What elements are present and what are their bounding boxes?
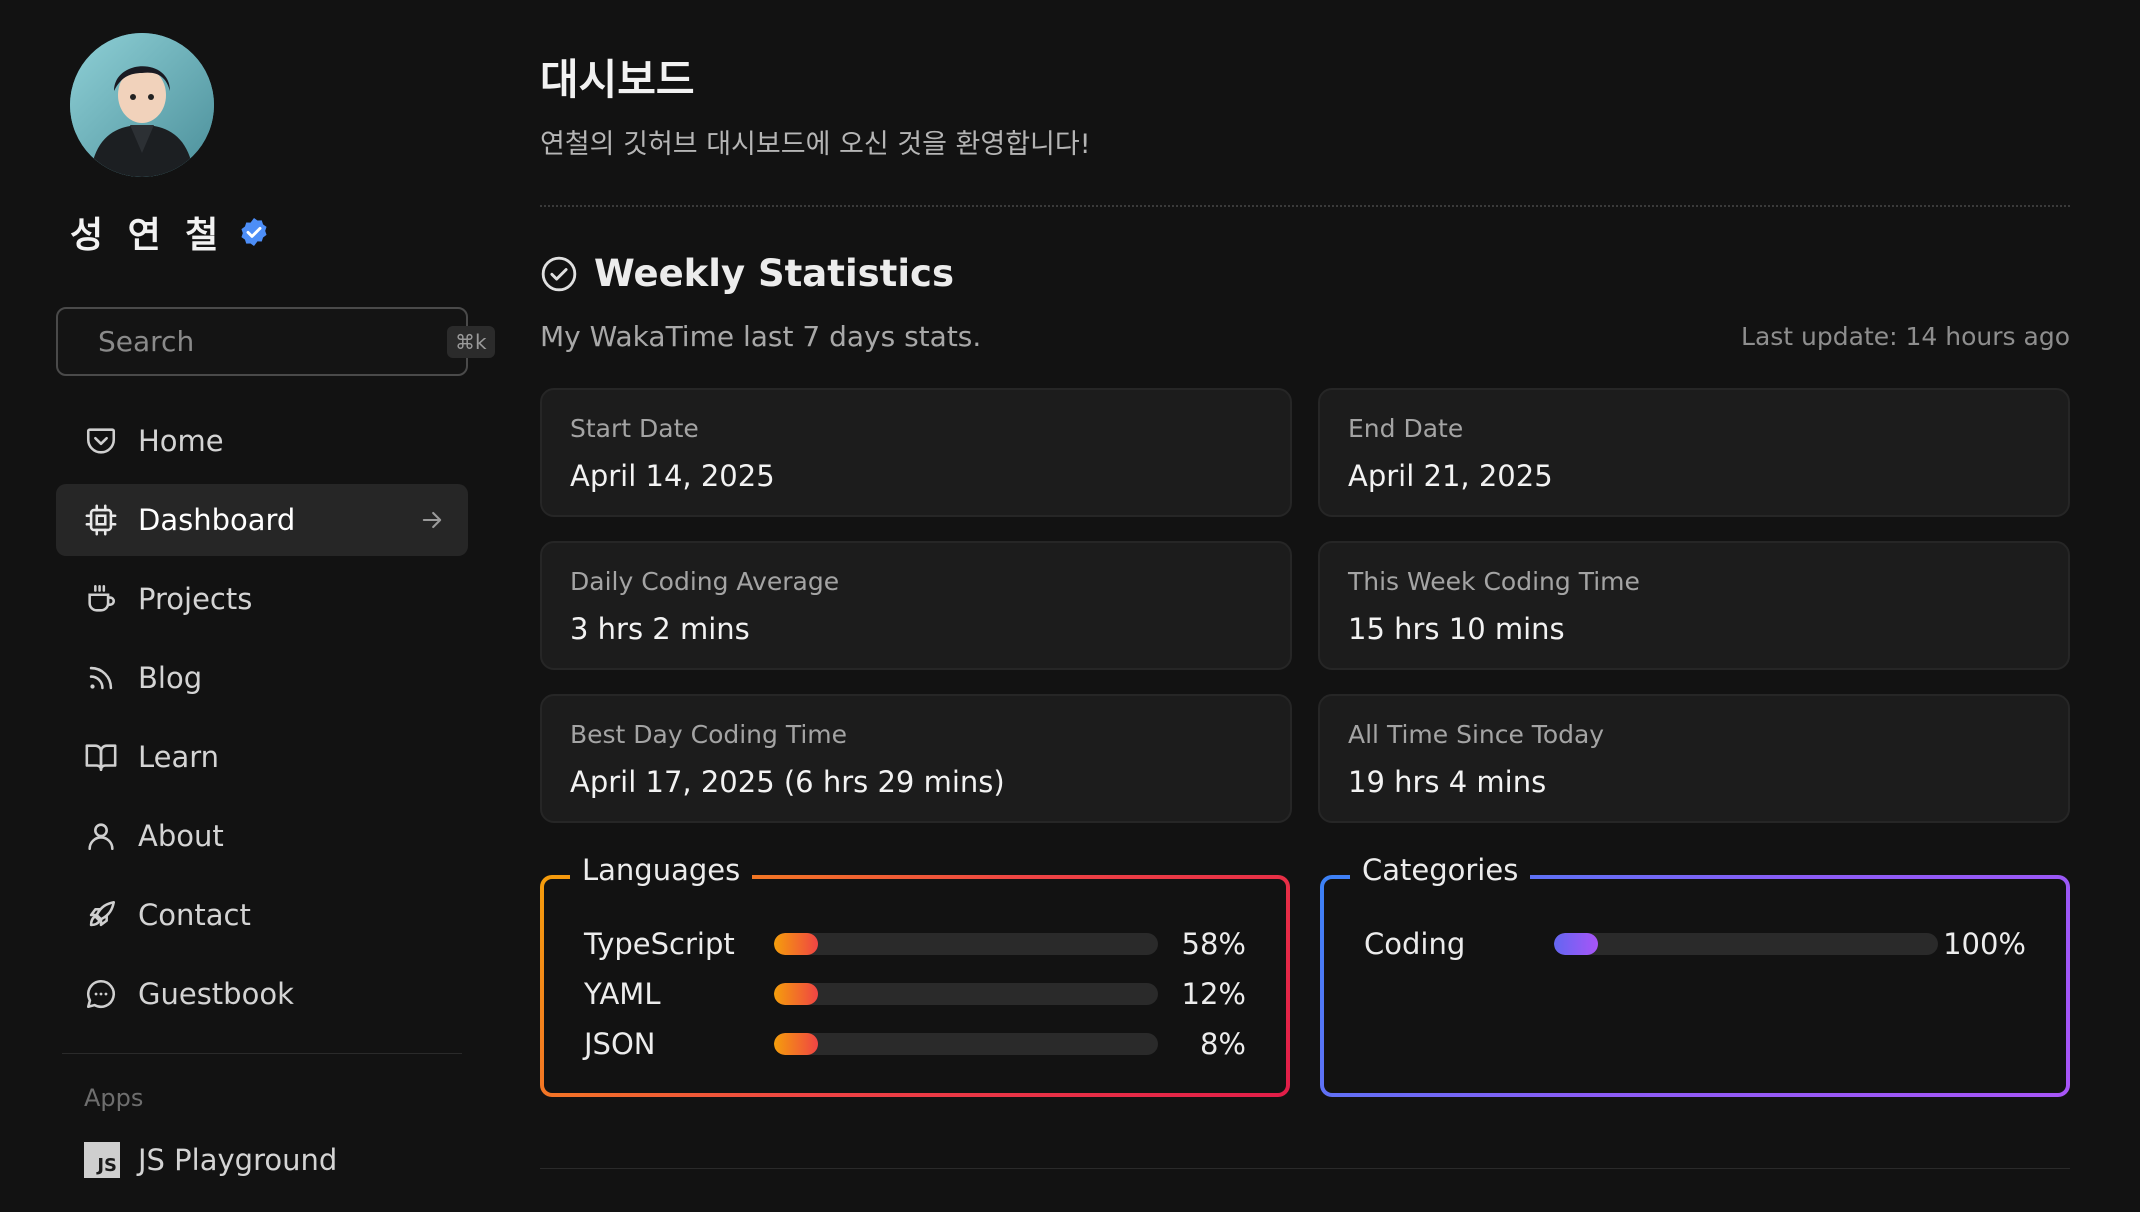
user-icon xyxy=(88,823,114,851)
stat-value: April 21, 2025 xyxy=(1348,459,1553,493)
stat-card-daily-average: Daily Coding Average 3 hrs 2 mins xyxy=(540,541,1292,670)
stat-card-all-time: All Time Since Today 19 hrs 4 mins xyxy=(1318,694,2070,823)
sidebar-item-learn[interactable]: Learn xyxy=(56,721,468,793)
stat-value: 15 hrs 10 mins xyxy=(1348,612,1565,646)
sidebar-item-label: Learn xyxy=(138,740,220,774)
sidebar-item-contact[interactable]: Contact xyxy=(56,879,468,951)
book-icon xyxy=(85,744,117,772)
progress-fill xyxy=(774,933,818,955)
language-row: TypeScript 58% xyxy=(584,919,1246,969)
sidebar-item-home[interactable]: Home xyxy=(56,405,468,477)
verified-badge-icon xyxy=(241,218,267,246)
categories-title: Categories xyxy=(1350,853,1531,887)
nav-divider xyxy=(62,1053,462,1054)
sidebar-item-label: Dashboard xyxy=(138,503,296,537)
stat-label: This Week Coding Time xyxy=(1348,567,1640,596)
weekly-stats-description: My WakaTime last 7 days stats. xyxy=(540,320,982,353)
progress-fill xyxy=(1554,933,1598,955)
app-item-js-playground[interactable]: JS JS Playground xyxy=(84,1142,337,1178)
progress-track xyxy=(774,933,1158,955)
sidebar-item-projects[interactable]: Projects xyxy=(56,563,468,635)
pocket-icon xyxy=(86,428,116,454)
language-percent: 8% xyxy=(1199,1027,1246,1061)
stat-card-end-date: End Date April 21, 2025 xyxy=(1318,388,2070,517)
stat-card-best-day: Best Day Coding Time April 17, 2025 (6 h… xyxy=(540,694,1292,823)
progress-fill xyxy=(774,983,818,1005)
stat-value: April 14, 2025 xyxy=(570,459,775,493)
avatar-image xyxy=(70,33,214,177)
weekly-stats-header: Weekly Statistics xyxy=(540,252,954,295)
cpu-icon xyxy=(85,504,117,536)
sidebar-nav: Home Dashboard Projects Blog Learn About… xyxy=(56,405,468,1037)
search-shortcut: ⌘k xyxy=(447,325,495,358)
arrow-right-icon xyxy=(422,511,442,529)
stat-value: April 17, 2025 (6 hrs 29 mins) xyxy=(570,765,1005,799)
languages-title: Languages xyxy=(570,853,753,887)
progress-track xyxy=(774,1033,1158,1055)
sidebar-item-label: About xyxy=(138,819,224,853)
category-percent: 100% xyxy=(1943,927,2026,961)
language-percent: 58% xyxy=(1181,927,1246,961)
sidebar-item-label: Guestbook xyxy=(138,977,294,1011)
chat-icon xyxy=(86,979,115,1009)
rss-icon xyxy=(89,666,113,690)
bottom-divider xyxy=(540,1168,2070,1169)
stat-label: Best Day Coding Time xyxy=(570,720,848,749)
sidebar-item-label: Contact xyxy=(138,898,251,932)
language-name: TypeScript xyxy=(584,927,735,961)
sidebar-item-blog[interactable]: Blog xyxy=(56,642,468,714)
language-row: JSON 8% xyxy=(584,1019,1246,1069)
stat-label: All Time Since Today xyxy=(1348,720,1605,749)
js-icon: JS xyxy=(84,1142,120,1178)
coffee-icon xyxy=(88,584,116,612)
search-input[interactable] xyxy=(98,325,447,358)
stat-value: 19 hrs 4 mins xyxy=(1348,765,1547,799)
weekly-stats-title: Weekly Statistics xyxy=(594,252,954,295)
progress-track xyxy=(1554,933,1938,955)
category-row: Coding 100% xyxy=(1364,919,2026,969)
languages-panel: Languages TypeScript 58% YAML 12% JSON 8… xyxy=(540,853,1290,1097)
language-name: YAML xyxy=(584,977,661,1011)
sidebar-item-dashboard[interactable]: Dashboard xyxy=(56,484,468,556)
section-divider xyxy=(540,205,2070,207)
stat-label: Start Date xyxy=(570,414,699,443)
sidebar-item-label: Projects xyxy=(138,582,253,616)
profile-name: 성 연 철 xyxy=(70,206,270,258)
progress-fill xyxy=(774,1033,818,1055)
apps-section-label: Apps xyxy=(84,1084,144,1112)
stat-label: Daily Coding Average xyxy=(570,567,840,596)
sidebar-item-label: Home xyxy=(138,424,224,458)
language-name: JSON xyxy=(584,1027,656,1061)
language-percent: 12% xyxy=(1181,977,1246,1011)
stat-card-start-date: Start Date April 14, 2025 xyxy=(540,388,1292,517)
avatar[interactable] xyxy=(70,33,214,177)
stat-label: End Date xyxy=(1348,414,1464,443)
check-circle-icon xyxy=(541,256,577,291)
category-name: Coding xyxy=(1364,927,1466,961)
search-box[interactable]: ⌘k xyxy=(56,307,495,376)
stat-card-week-total: This Week Coding Time 15 hrs 10 mins xyxy=(1318,541,2070,670)
progress-track xyxy=(774,983,1158,1005)
sidebar-item-label: Blog xyxy=(138,661,203,695)
profile-name-text: 성 연 철 xyxy=(70,215,225,256)
app-item-label: JS Playground xyxy=(138,1143,338,1177)
categories-panel: Categories Coding 100% xyxy=(1320,853,2070,1097)
page-subtitle: 연철의 깃허브 대시보드에 오신 것을 환영합니다! xyxy=(540,129,1091,160)
page-title: 대시보드 xyxy=(540,55,695,104)
sidebar-item-about[interactable]: About xyxy=(56,800,468,872)
rocket-icon xyxy=(89,900,116,927)
sidebar-item-guestbook[interactable]: Guestbook xyxy=(56,958,468,1030)
last-update-text: Last update: 14 hours ago xyxy=(1741,322,2070,351)
stat-value: 3 hrs 2 mins xyxy=(570,612,750,646)
sidebar: 성 연 철 ⌘k Home Dashboard xyxy=(0,0,495,1212)
language-row: YAML 12% xyxy=(584,969,1246,1019)
